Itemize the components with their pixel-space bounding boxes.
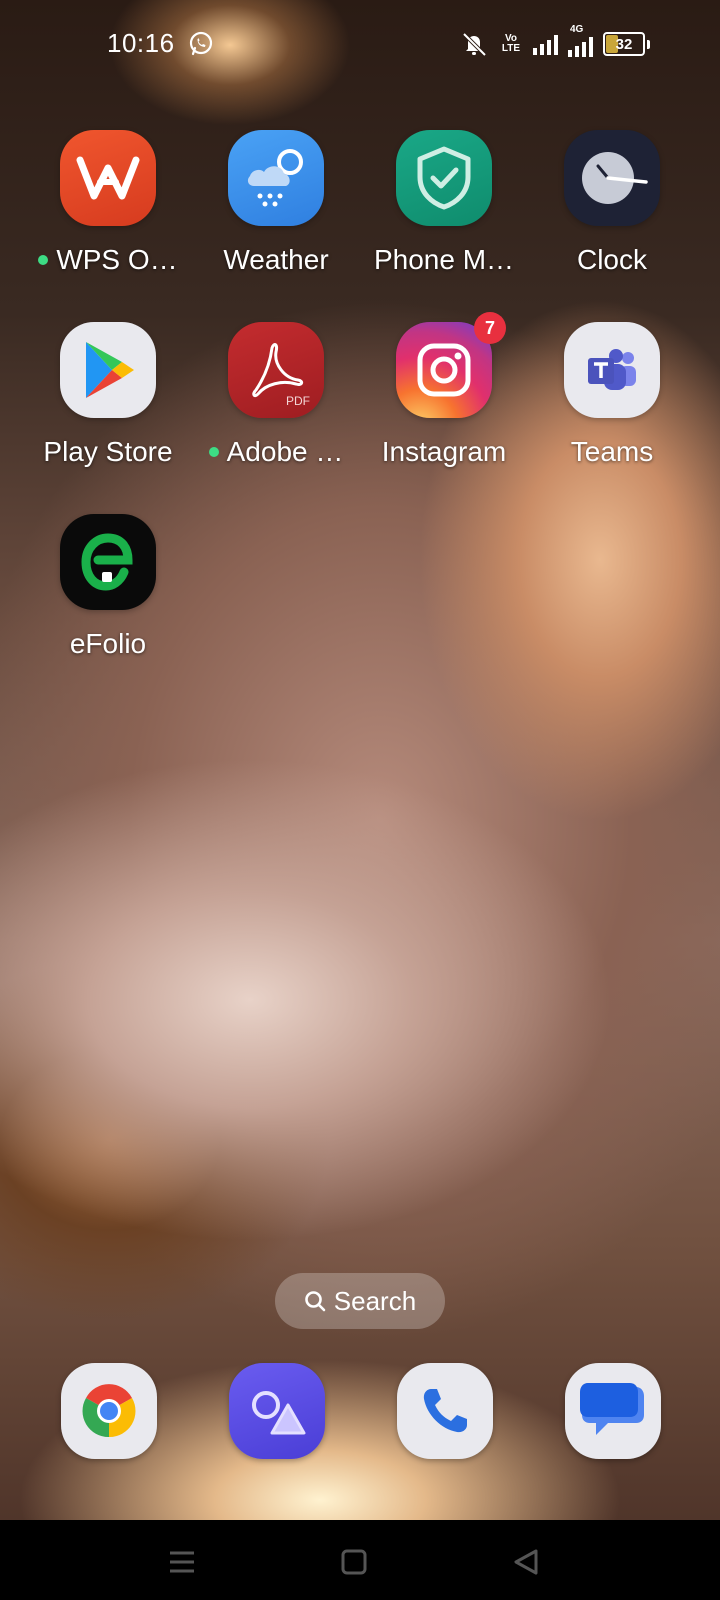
wps-office-label: WPS O… <box>56 244 178 275</box>
teams-label: Teams <box>570 436 654 467</box>
teams-icon <box>564 322 660 418</box>
phone-manager-label: Phone M… <box>373 244 515 275</box>
search-label: Search <box>333 1285 417 1316</box>
search-icon <box>304 1291 326 1312</box>
notification-dot <box>38 255 49 265</box>
clock-label: Clock <box>576 244 647 275</box>
app-play-store[interactable]: Play Store <box>23 322 193 468</box>
battery-level: 32 <box>615 35 633 53</box>
app-label: WPS O… <box>23 244 193 276</box>
app-wps-office[interactable]: WPS O… <box>23 130 193 276</box>
weather-label: Weather <box>223 244 329 275</box>
menu-nav-icon[interactable] <box>162 1542 202 1582</box>
phone-manager-icon <box>396 130 492 226</box>
app-clock[interactable]: Clock <box>527 130 697 276</box>
chrome-icon[interactable] <box>61 1363 157 1459</box>
gallery-icon[interactable] <box>229 1363 325 1459</box>
mute-icon <box>462 32 487 57</box>
phone-icon[interactable] <box>397 1363 493 1459</box>
wps-office-icon <box>60 130 156 226</box>
adobe-acrobat-icon: PDF <box>228 322 324 418</box>
network-type-label: 4G <box>570 24 584 35</box>
battery-icon: 32 <box>603 32 645 56</box>
back-nav-icon[interactable] <box>506 1542 546 1582</box>
status-icons: Vo LTE 4G 32 <box>459 25 650 58</box>
signal-4g-icon: 4G <box>568 25 593 57</box>
volte-icon: Vo LTE <box>501 33 521 54</box>
app-efolio[interactable]: eFolio <box>23 514 193 660</box>
search-button[interactable]: Search <box>275 1273 445 1329</box>
notification-dot <box>208 447 219 457</box>
app-phone-manager[interactable]: Phone M… <box>359 130 529 276</box>
app-teams[interactable]: Teams <box>527 322 697 468</box>
status-bar: 10:16 Vo LTE 4G 32 <box>0 0 720 90</box>
weather-icon <box>228 130 324 226</box>
pdf-sublabel: PDF <box>286 394 310 408</box>
efolio-label: eFolio <box>69 628 147 659</box>
play-store-icon <box>60 322 156 418</box>
clock-icon <box>564 130 660 226</box>
status-time: 10:16 <box>107 28 175 58</box>
battery-tip <box>647 39 650 49</box>
whatsapp-icon <box>189 31 213 56</box>
app-label: Adobe … <box>191 436 361 468</box>
efolio-icon <box>60 514 156 610</box>
app-adobe-acrobat[interactable]: PDF Adobe … <box>191 322 361 468</box>
adobe-label: Adobe … <box>226 436 344 467</box>
messages-icon[interactable] <box>565 1363 661 1459</box>
instagram-label: Instagram <box>381 436 507 467</box>
signal-icon <box>533 33 558 55</box>
home-nav-icon[interactable] <box>334 1542 374 1582</box>
app-instagram[interactable]: 7 Instagram <box>359 312 529 468</box>
notification-badge: 7 <box>474 312 506 344</box>
app-weather[interactable]: Weather <box>191 130 361 276</box>
play-store-label: Play Store <box>43 436 173 467</box>
instagram-icon: 7 <box>396 312 506 418</box>
